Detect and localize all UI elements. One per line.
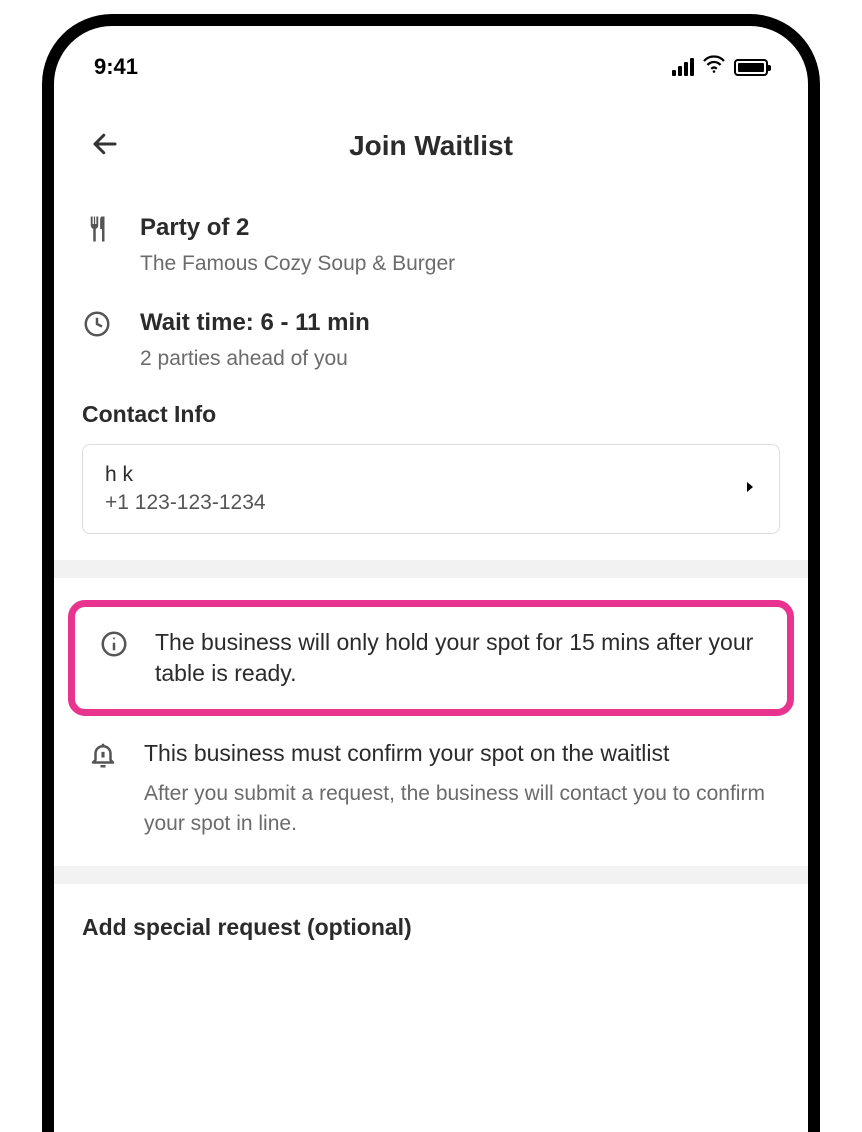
phone-frame: 9:41: [42, 14, 820, 1132]
info-icon: [99, 629, 129, 659]
wifi-icon: [702, 54, 726, 80]
contact-name: h k: [105, 463, 266, 487]
utensils-icon: [82, 214, 112, 244]
contact-phone: +1 123-123-1234: [105, 491, 266, 515]
party-info-row: Party of 2 The Famous Cozy Soup & Burger: [82, 212, 780, 279]
restaurant-name: The Famous Cozy Soup & Burger: [140, 249, 455, 278]
hold-spot-notice: The business will only hold your spot fo…: [155, 627, 763, 689]
confirm-notice-subtitle: After you submit a request, the business…: [144, 779, 774, 838]
section-separator: [54, 560, 808, 578]
hold-spot-highlight: The business will only hold your spot fo…: [68, 600, 794, 716]
party-size-label: Party of 2: [140, 212, 455, 243]
battery-icon: [734, 59, 768, 76]
bell-icon: [88, 740, 118, 770]
parties-ahead-label: 2 parties ahead of you: [140, 344, 370, 373]
page-title: Join Waitlist: [84, 130, 778, 162]
special-request-heading[interactable]: Add special request (optional): [82, 884, 780, 941]
section-separator: [54, 866, 808, 884]
cellular-signal-icon: [672, 58, 694, 76]
clock-icon: [82, 309, 112, 339]
contact-info-heading: Contact Info: [82, 401, 780, 428]
status-bar-right: [672, 54, 768, 80]
nav-header: Join Waitlist: [54, 90, 808, 182]
chevron-right-icon: [743, 480, 757, 499]
contact-info-card[interactable]: h k +1 123-123-1234: [82, 444, 780, 534]
confirm-notice-title: This business must confirm your spot on …: [144, 738, 774, 769]
confirm-notice-row: This business must confirm your spot on …: [82, 730, 780, 846]
status-time: 9:41: [94, 54, 138, 80]
wait-time-label: Wait time: 6 - 11 min: [140, 307, 370, 338]
status-bar: 9:41: [54, 26, 808, 90]
wait-time-row: Wait time: 6 - 11 min 2 parties ahead of…: [82, 307, 780, 374]
back-button[interactable]: [90, 129, 120, 164]
